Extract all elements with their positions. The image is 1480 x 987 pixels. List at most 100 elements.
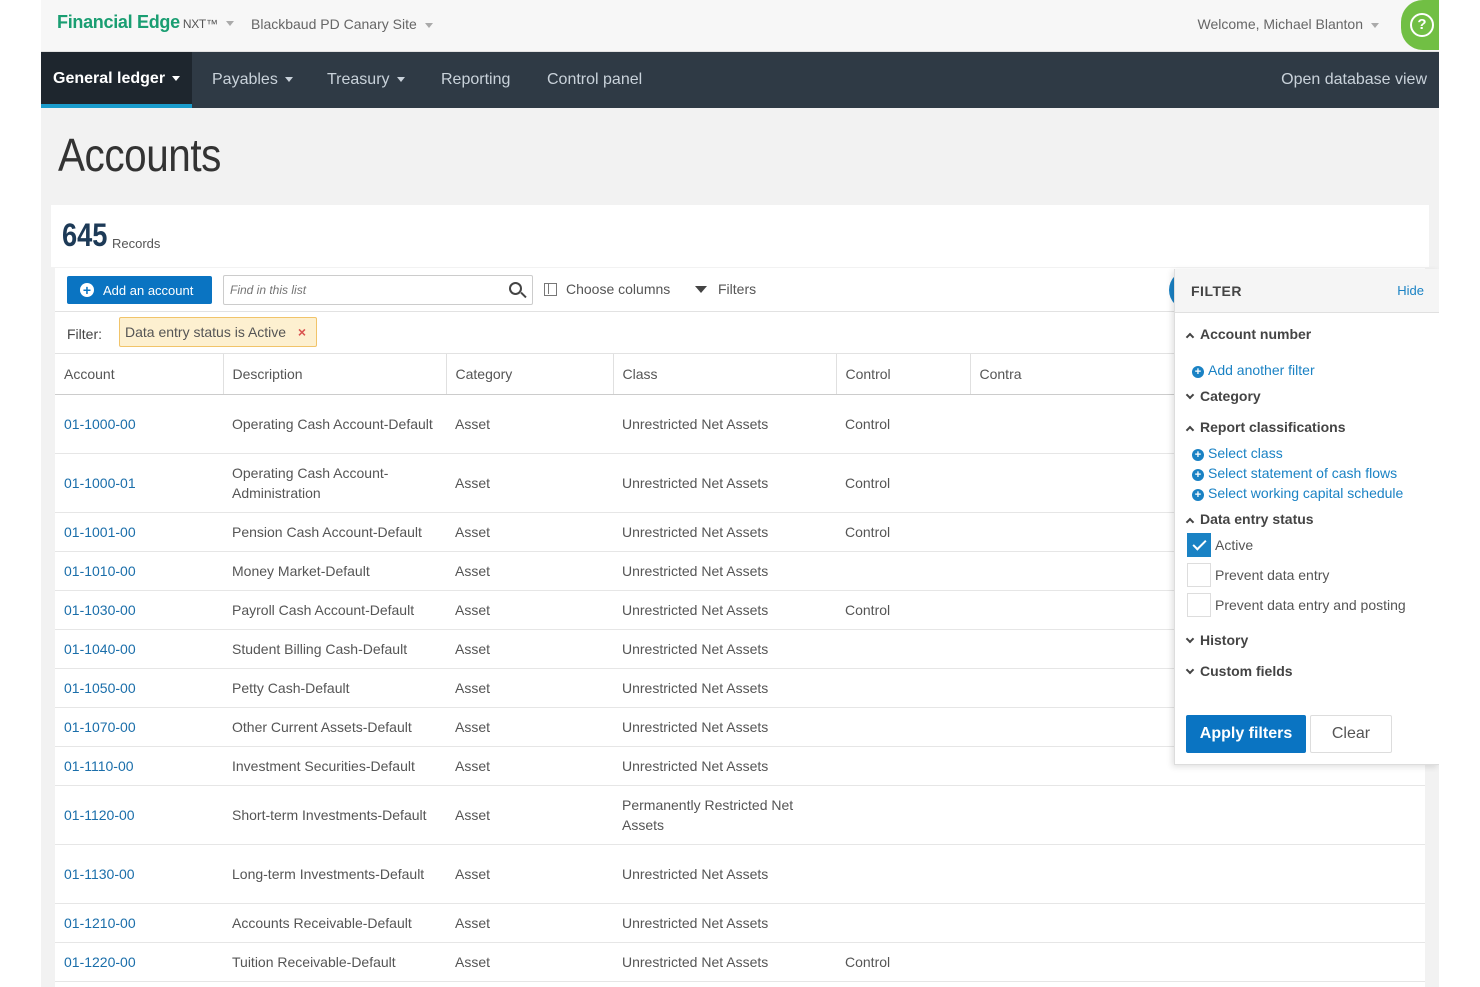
cell-category: Asset [446, 746, 613, 786]
open-database-view-link[interactable]: Open database view [1281, 52, 1427, 108]
cell-category: Asset [446, 668, 613, 708]
select-cash-flows-link[interactable]: + Select statement of cash flows [1192, 465, 1397, 481]
product-switcher[interactable]: Financial Edge NXT™ [57, 12, 234, 33]
checkbox-active[interactable] [1187, 533, 1211, 557]
search-icon[interactable] [509, 282, 522, 295]
cell-category: Asset [446, 551, 613, 591]
add-account-label: Add an account [103, 282, 194, 298]
account-link[interactable]: 01-1001-00 [55, 512, 223, 552]
cell-class: Unrestricted Net Assets [613, 512, 836, 552]
records-summary: 645 Records [51, 205, 1429, 267]
chevron-up-icon [1185, 517, 1195, 527]
column-header-class[interactable]: Class [613, 354, 837, 395]
account-link[interactable]: 01-1120-00 [55, 785, 223, 845]
section-label: Account number [1200, 326, 1312, 342]
section-history[interactable]: History [1185, 632, 1248, 648]
table-row[interactable]: 01-1210-00 Accounts Receivable-Default A… [55, 903, 1425, 943]
add-another-filter-link[interactable]: + Add another filter [1192, 362, 1315, 378]
section-label: Report classifications [1200, 419, 1346, 435]
chevron-down-icon [172, 76, 181, 82]
select-class-link[interactable]: + Select class [1192, 445, 1283, 461]
section-data-entry-status[interactable]: Data entry status [1185, 511, 1314, 527]
cell-control: Control [836, 590, 970, 630]
nav-reporting[interactable]: Reporting [441, 52, 510, 108]
close-icon[interactable]: × [298, 318, 306, 346]
cell-class: Unrestricted Net Assets [613, 942, 836, 982]
section-account-number[interactable]: Account number [1185, 326, 1312, 342]
account-link[interactable]: 01-1220-00 [55, 942, 223, 982]
chevron-up-icon [1185, 332, 1195, 342]
column-header-account[interactable]: Account [55, 354, 224, 395]
table-row[interactable]: 01-1220-00 Tuition Receivable-Default As… [55, 942, 1425, 982]
chevron-down-icon [424, 22, 433, 28]
table-row[interactable]: 01-1120-00 Short-term Investments-Defaul… [55, 785, 1425, 845]
search-input[interactable] [230, 281, 500, 299]
cell-description: Operating Cash Account-Default [223, 394, 446, 454]
cell-description: Investment Securities-Default [223, 746, 446, 786]
apply-filters-button[interactable]: Apply filters [1186, 715, 1306, 753]
nav-label: Payables [212, 71, 278, 88]
section-report-classifications[interactable]: Report classifications [1185, 419, 1346, 435]
cell-control [836, 707, 970, 747]
nav-treasury[interactable]: Treasury [327, 52, 405, 108]
cell-category: Asset [446, 590, 613, 630]
section-category[interactable]: Category [1185, 388, 1261, 404]
column-header-category[interactable]: Category [446, 354, 614, 395]
account-link[interactable]: 01-1010-00 [55, 551, 223, 591]
account-link[interactable]: 01-1040-00 [55, 629, 223, 669]
cell-class: Unrestricted Net Assets [613, 707, 836, 747]
nav-control-panel[interactable]: Control panel [547, 52, 642, 108]
table-row[interactable]: 01-1130-00 Long-term Investments-Default… [55, 844, 1425, 904]
account-link[interactable]: 01-1030-00 [55, 590, 223, 630]
filter-panel: FILTER Hide Account number + Add another … [1174, 269, 1439, 765]
filters-button[interactable]: Filters [695, 281, 756, 297]
chevron-down-icon [225, 20, 234, 26]
cell-description: Tuition Receivable-Default [223, 942, 446, 982]
section-custom-fields[interactable]: Custom fields [1185, 663, 1293, 679]
nav-payables[interactable]: Payables [212, 52, 293, 108]
cell-control: Control [836, 394, 970, 454]
nav-general-ledger[interactable]: General ledger [41, 52, 193, 108]
select-cash-flows-label: Select statement of cash flows [1208, 465, 1398, 481]
add-account-button[interactable]: + Add an account [67, 276, 212, 304]
choose-columns-button[interactable]: Choose columns [544, 281, 670, 297]
cell-control [836, 668, 970, 708]
filter-panel-header: FILTER Hide [1175, 269, 1439, 313]
checkbox-prevent-data-entry[interactable] [1187, 563, 1211, 587]
plus-circle-icon: + [1192, 366, 1204, 378]
account-link[interactable]: 01-1000-00 [55, 394, 223, 454]
cell-class: Permanently Restricted Net Assets [613, 785, 836, 845]
account-link[interactable]: 01-1210-00 [55, 903, 223, 943]
checkbox-label: Active [1215, 537, 1254, 553]
site-name: Blackbaud PD Canary Site [251, 16, 417, 32]
hide-filter-panel-link[interactable]: Hide [1397, 283, 1424, 298]
select-working-capital-label: Select working capital schedule [1208, 485, 1404, 501]
cell-class: Unrestricted Net Assets [613, 668, 836, 708]
cell-description: Accounts Receivable-Default [223, 903, 446, 943]
clear-filters-button[interactable]: Clear [1310, 715, 1392, 753]
account-link[interactable]: 01-1050-00 [55, 668, 223, 708]
cell-class: Unrestricted Net Assets [613, 746, 836, 786]
user-menu[interactable]: Welcome, Michael Blanton [1198, 16, 1379, 32]
column-header-description[interactable]: Description [223, 354, 447, 395]
account-link[interactable]: 01-1000-01 [55, 453, 223, 513]
account-link[interactable]: 01-1070-00 [55, 707, 223, 747]
column-header-control[interactable]: Control [836, 354, 971, 395]
chevron-up-icon [1185, 425, 1195, 435]
filter-icon [695, 286, 707, 293]
select-working-capital-link[interactable]: + Select working capital schedule [1192, 485, 1403, 501]
chevron-down-icon [284, 77, 293, 83]
account-link[interactable]: 01-1130-00 [55, 844, 223, 904]
cell-category: Asset [446, 942, 613, 982]
plus-circle-icon: + [1192, 469, 1204, 481]
cell-description: Short-term Investments-Default [223, 785, 446, 845]
account-link[interactable]: 01-1110-00 [55, 746, 223, 786]
record-label: Records [112, 236, 161, 251]
site-switcher[interactable]: Blackbaud PD Canary Site [251, 16, 433, 32]
plus-circle-icon: + [1192, 449, 1204, 461]
section-label: Category [1200, 388, 1261, 404]
chevron-down-icon [1185, 634, 1195, 644]
cell-description: Pension Cash Account-Default [223, 512, 446, 552]
checkbox-prevent-data-entry-posting[interactable] [1187, 593, 1211, 617]
help-button[interactable]: ? [1401, 0, 1439, 50]
